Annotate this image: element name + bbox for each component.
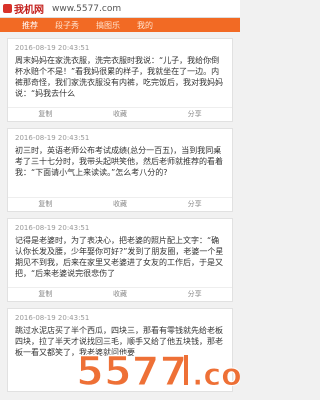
- post-content: 周末妈妈在家洗衣服，洗完衣服时我说：“儿子，我给你倒杯水赔个不是！”看我妈很累的…: [15, 56, 223, 98]
- copy-button[interactable]: 复制: [8, 198, 83, 211]
- post-actions: 复制 收藏 分享: [8, 197, 232, 211]
- favorite-button[interactable]: 收藏: [83, 288, 158, 301]
- post-card: 2016-08-19 20:43:51 初三时，英语老师公布考试成绩(总分一百五…: [7, 128, 233, 212]
- svg-text:5577: 5577: [76, 349, 187, 393]
- tab-jokes[interactable]: 段子秀: [55, 20, 79, 31]
- post-content: 记得是老婆时，为了表决心，把老婆的照片配上文字：“确认你长发及腰，少年娶你可好?…: [15, 236, 224, 278]
- post-timestamp: 2016-08-19 20:43:51: [15, 224, 90, 232]
- share-button[interactable]: 分享: [157, 198, 232, 211]
- category-tab-bar: 推荐 段子秀 搞图乐 我的: [0, 18, 240, 32]
- site-url[interactable]: www.5577.com: [52, 4, 121, 14]
- favorite-button[interactable]: 收藏: [83, 108, 158, 121]
- site-logo-icon: [3, 4, 12, 13]
- watermark-logo-icon: 5577 .com: [75, 348, 240, 393]
- share-button[interactable]: 分享: [157, 288, 232, 301]
- post-content: 初三时，英语老师公布考试成绩(总分一百五)，当到我同桌考了三十七分时，我带头起哄…: [15, 146, 223, 177]
- tab-funny-pics[interactable]: 搞图乐: [96, 20, 120, 31]
- site-name: 我机网: [14, 5, 44, 16]
- favorite-button[interactable]: 收藏: [83, 198, 158, 211]
- post-actions: 复制 收藏 分享: [8, 287, 232, 301]
- svg-text:.com: .com: [192, 358, 240, 393]
- post-actions: 复制 收藏 分享: [8, 107, 232, 121]
- post-timestamp: 2016-08-19 20:43:51: [15, 44, 90, 52]
- post-feed[interactable]: 2016-08-19 20:43:51 周末妈妈在家洗衣服，洗完衣服时我说：“儿…: [0, 32, 240, 400]
- post-card: 2016-08-19 20:43:51 周末妈妈在家洗衣服，洗完衣服时我说：“儿…: [7, 38, 233, 122]
- copy-button[interactable]: 复制: [8, 288, 83, 301]
- browser-address-bar[interactable]: 我机网 www.5577.com: [0, 0, 240, 18]
- share-button[interactable]: 分享: [157, 108, 232, 121]
- tab-mine[interactable]: 我的: [137, 20, 153, 31]
- post-timestamp: 2016-08-19 20:43:51: [15, 314, 90, 322]
- tab-recommend[interactable]: 推荐: [22, 20, 38, 31]
- copy-button[interactable]: 复制: [8, 108, 83, 121]
- post-card: 2016-08-19 20:43:51 记得是老婆时，为了表决心，把老婆的照片配…: [7, 218, 233, 302]
- post-timestamp: 2016-08-19 20:43:51: [15, 134, 90, 142]
